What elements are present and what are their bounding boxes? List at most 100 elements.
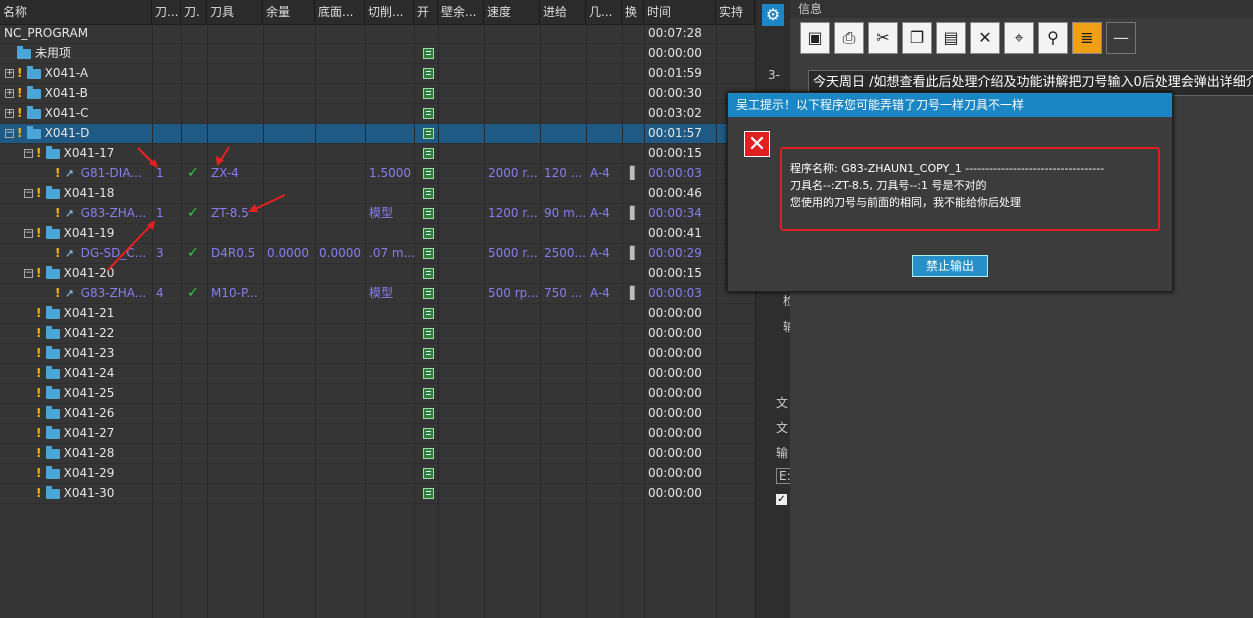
- table-row[interactable]: −! X041-17 00:00:15: [0, 144, 755, 164]
- name-cell: −! X041-20: [0, 264, 152, 283]
- col-open[interactable]: 开: [414, 0, 438, 24]
- table-row[interactable]: ! X041-29 00:00:00: [0, 464, 755, 484]
- table-row[interactable]: +! X041-B 00:00:30: [0, 84, 755, 104]
- col-tool[interactable]: 刀具: [207, 0, 263, 24]
- expand-toggle-icon[interactable]: −: [24, 189, 33, 198]
- output-toggle-icon[interactable]: [419, 464, 437, 483]
- table-row[interactable]: +! X041-C 00:03:02: [0, 104, 755, 124]
- table-row[interactable]: −! X041-19 00:00:41: [0, 224, 755, 244]
- col-actual[interactable]: 实持: [716, 0, 755, 24]
- table-row[interactable]: ! X041-26 00:00:00: [0, 404, 755, 424]
- expand-toggle-icon[interactable]: −: [24, 149, 33, 158]
- output-toggle-icon[interactable]: [419, 124, 437, 143]
- expand-toggle-icon[interactable]: −: [5, 129, 14, 138]
- output-toggle-icon[interactable]: [419, 244, 437, 263]
- output-toggle-icon[interactable]: [419, 304, 437, 323]
- col-change[interactable]: 换: [622, 0, 644, 24]
- warning-icon: !: [36, 346, 46, 360]
- table-row[interactable]: ! ↗ G83-ZHA... 4 ✓ M10-P... 模型 500 rp... 750 ..…: [0, 284, 755, 304]
- time-cell: 00:00:00: [648, 466, 702, 480]
- output-toggle-icon[interactable]: [419, 144, 437, 163]
- output-toggle-icon[interactable]: [419, 224, 437, 243]
- print-icon[interactable]: ⎙: [834, 22, 864, 54]
- output-toggle-icon[interactable]: [419, 164, 437, 183]
- output-toggle-icon[interactable]: [419, 324, 437, 343]
- table-row[interactable]: ! X041-22 00:00:00: [0, 324, 755, 344]
- tree-root-row[interactable]: NC_PROGRAM 00:07:28: [0, 24, 755, 44]
- output-toggle-icon[interactable]: [419, 44, 437, 63]
- output-toggle-icon[interactable]: [419, 284, 437, 303]
- binoculars-icon[interactable]: ⚲: [1038, 22, 1068, 54]
- table-row[interactable]: +! X041-A 00:01:59: [0, 64, 755, 84]
- floor-cell: 0.0000: [319, 246, 361, 260]
- forbid-output-button[interactable]: 禁止输出: [912, 255, 988, 277]
- output-toggle-icon[interactable]: [419, 384, 437, 403]
- table-row[interactable]: ! ↗ G81-DIA... 1 ✓ ZX-4 1.5000 2000 r... 120 ..…: [0, 164, 755, 184]
- table-row[interactable]: ! ↗ DG-SD_C... 3 ✓ D4R0.5 0.0000 0.0000 .07 m..…: [0, 244, 755, 264]
- expand-toggle-icon[interactable]: −: [24, 229, 33, 238]
- warning-icon: !: [36, 306, 46, 320]
- folder-icon: [26, 125, 41, 139]
- col-tool-check[interactable]: 刀.: [181, 0, 207, 24]
- col-tool-number[interactable]: 刀...: [152, 0, 181, 24]
- col-time[interactable]: 时间: [644, 0, 716, 24]
- table-row[interactable]: ! X041-24 00:00:00: [0, 364, 755, 384]
- output-toggle-icon[interactable]: [419, 204, 437, 223]
- table-row[interactable]: ! ↗ G83-ZHA... 1 ✓ ZT-8.5 模型 1200 r... 90 m... A…: [0, 204, 755, 224]
- node-name: G83-ZHA...: [80, 206, 147, 220]
- table-row[interactable]: ! X041-28 00:00:00: [0, 444, 755, 464]
- tool-cell: D4R0.5: [211, 246, 256, 260]
- col-floor[interactable]: 底面...: [315, 0, 365, 24]
- output-toggle-icon[interactable]: [419, 84, 437, 103]
- wrap-icon[interactable]: ≣: [1072, 22, 1102, 54]
- table-row[interactable]: −! X041-20 00:00:15: [0, 264, 755, 284]
- col-wall[interactable]: 壁余...: [438, 0, 484, 24]
- nc-file-icon: [423, 448, 434, 459]
- table-row[interactable]: ! X041-30 00:00:00: [0, 484, 755, 504]
- save-icon[interactable]: ▣: [800, 22, 830, 54]
- output-toggle-icon[interactable]: [419, 484, 437, 503]
- table-row[interactable]: ! X041-27 00:00:00: [0, 424, 755, 444]
- delete-icon[interactable]: ✕: [970, 22, 1000, 54]
- time-cell: 00:00:29: [648, 246, 702, 260]
- gear-icon[interactable]: ⚙: [762, 4, 784, 26]
- nc-file-icon: [423, 128, 434, 139]
- table-row[interactable]: −! X041-D 00:01:57: [0, 124, 755, 144]
- table-row[interactable]: 未用项 00:00:00: [0, 44, 755, 64]
- paste-icon[interactable]: ▤: [936, 22, 966, 54]
- expand-toggle-icon[interactable]: +: [5, 89, 14, 98]
- output-toggle-icon[interactable]: [419, 424, 437, 443]
- output-toggle-icon[interactable]: [419, 104, 437, 123]
- output-toggle-icon[interactable]: [419, 264, 437, 283]
- output-toggle-icon[interactable]: [419, 444, 437, 463]
- table-row[interactable]: −! X041-18 00:00:46: [0, 184, 755, 204]
- table-row[interactable]: ! X041-25 00:00:00: [0, 384, 755, 404]
- output-toggle-icon[interactable]: [419, 344, 437, 363]
- dialog-message: 程序名称: G83-ZHAUN1_COPY_1 ----------------…: [780, 147, 1160, 231]
- output-toggle-icon[interactable]: [419, 64, 437, 83]
- folder-icon: [45, 445, 60, 459]
- output-toggle-icon[interactable]: [419, 404, 437, 423]
- output-toggle-icon[interactable]: [419, 364, 437, 383]
- table-row[interactable]: ! X041-23 00:00:00: [0, 344, 755, 364]
- col-feed[interactable]: 进给: [540, 0, 586, 24]
- target-icon[interactable]: ⌖: [1004, 22, 1034, 54]
- expand-toggle-icon[interactable]: −: [24, 269, 33, 278]
- expand-toggle-icon[interactable]: +: [5, 69, 14, 78]
- side-label-4: 文: [776, 396, 789, 410]
- col-geo[interactable]: 几...: [586, 0, 622, 24]
- minimize-icon[interactable]: —: [1106, 22, 1136, 54]
- col-stock[interactable]: 余量: [263, 0, 315, 24]
- col-cut[interactable]: 切削...: [365, 0, 414, 24]
- copy-icon[interactable]: ❐: [902, 22, 932, 54]
- cut-icon[interactable]: ✂: [868, 22, 898, 54]
- time-cell: 00:00:03: [648, 166, 702, 180]
- col-name[interactable]: 名称: [0, 0, 152, 24]
- expand-toggle-icon[interactable]: +: [5, 109, 14, 118]
- warning-icon: !: [36, 446, 46, 460]
- table-row[interactable]: ! X041-21 00:00:00: [0, 304, 755, 324]
- col-speed[interactable]: 速度: [484, 0, 540, 24]
- side-checkbox[interactable]: ✓: [776, 494, 787, 505]
- warning-icon: !: [36, 226, 46, 240]
- output-toggle-icon[interactable]: [419, 184, 437, 203]
